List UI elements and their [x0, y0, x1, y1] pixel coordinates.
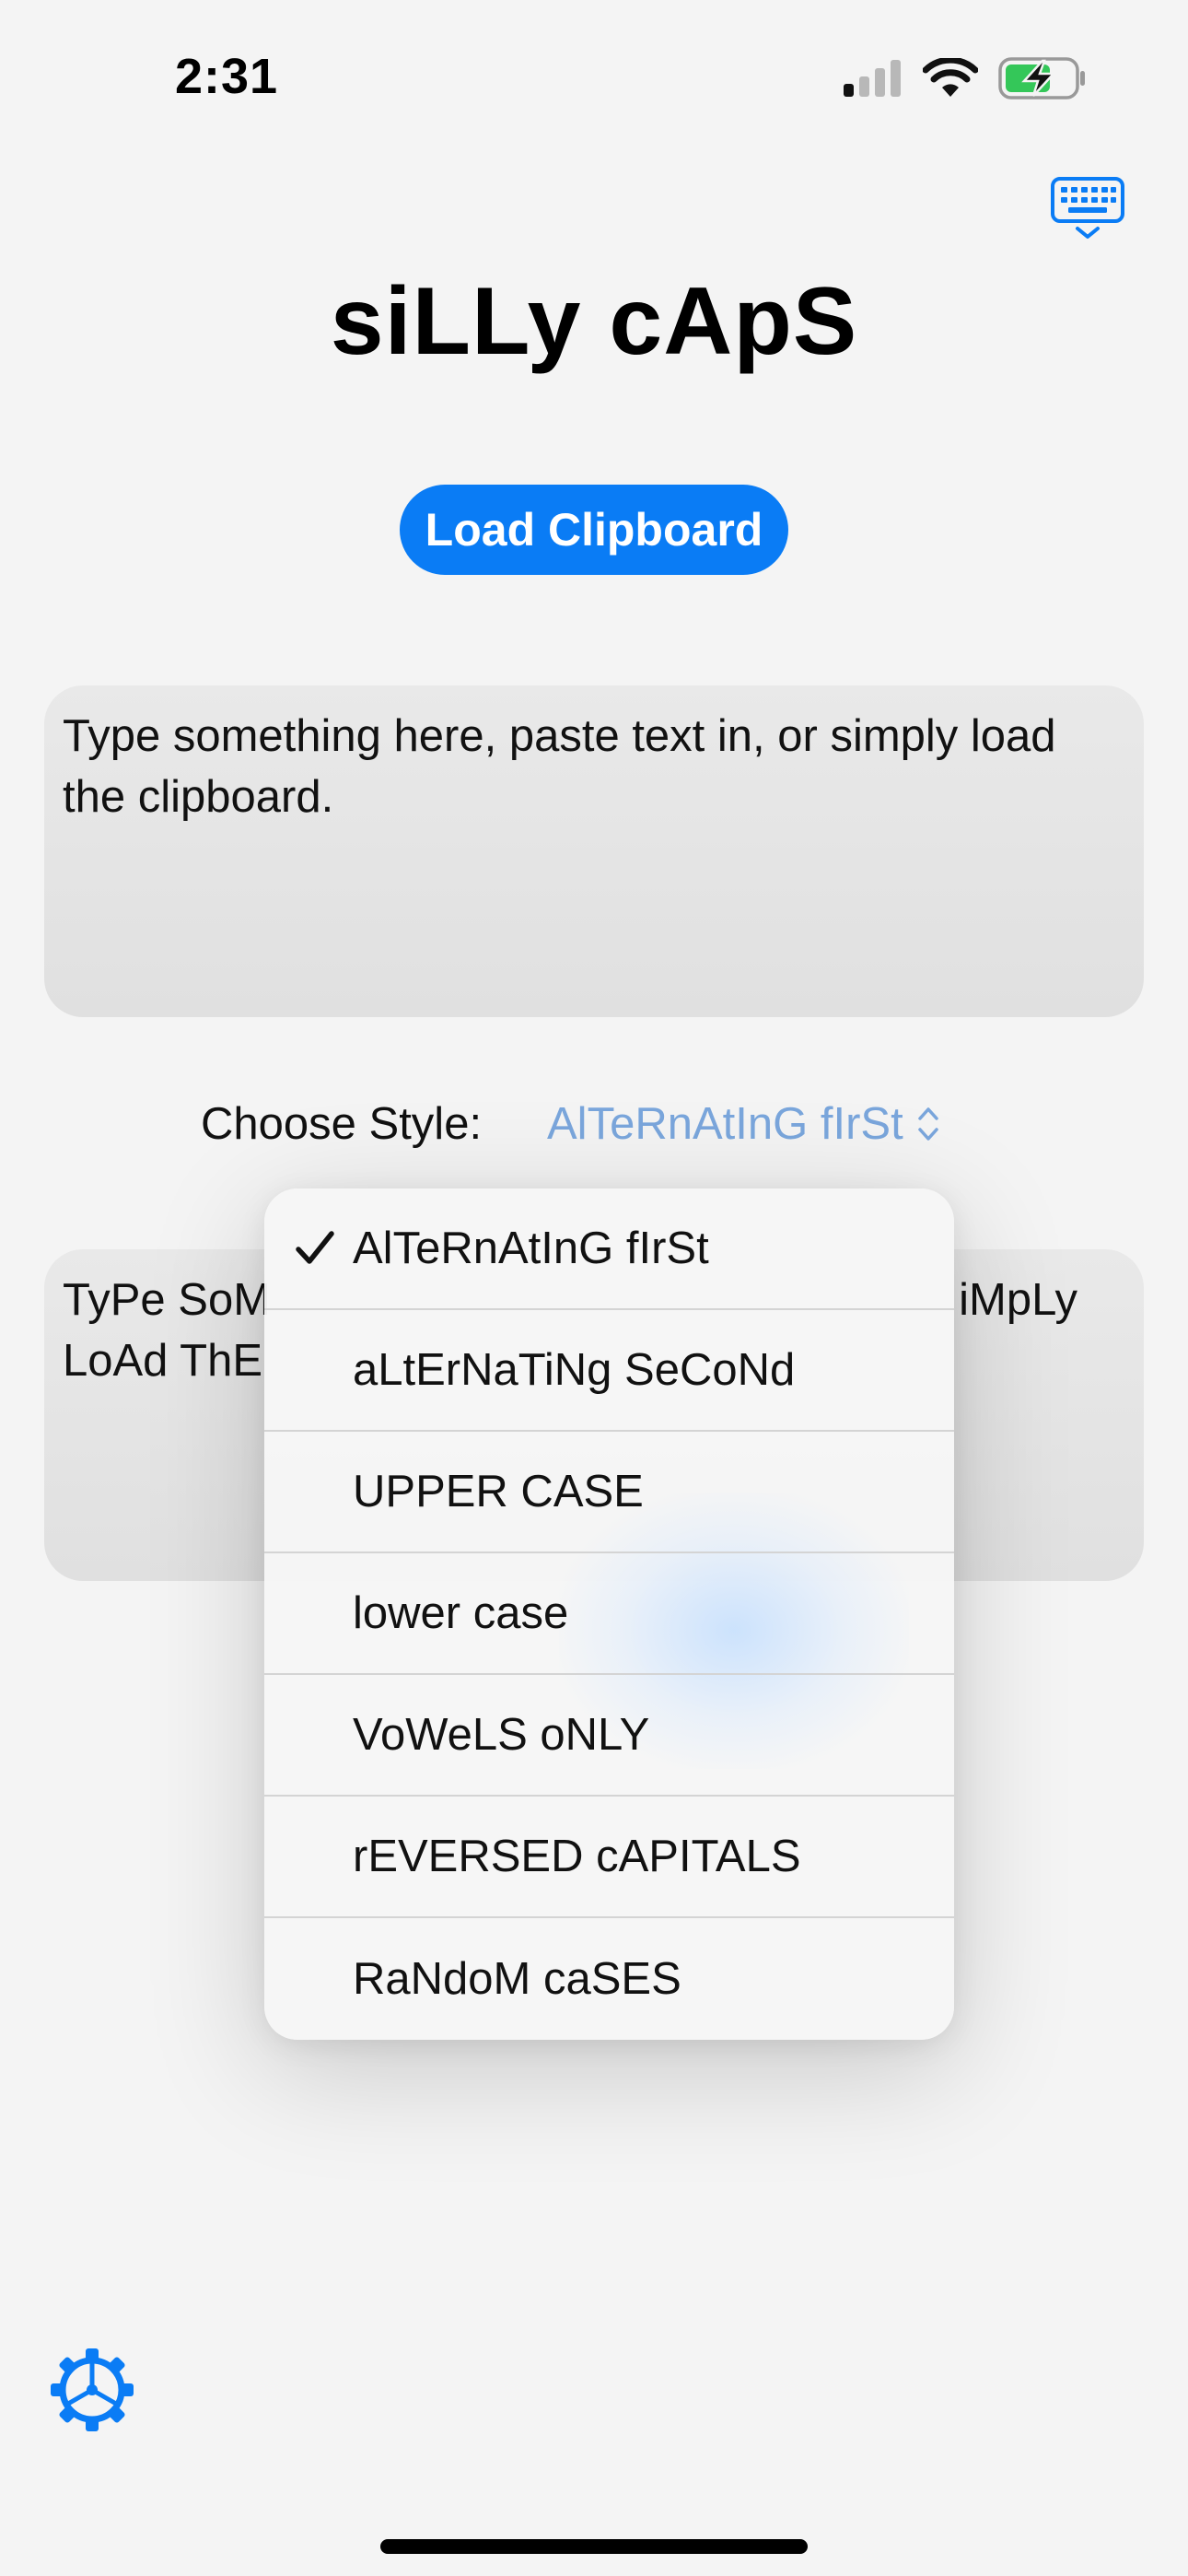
- battery-charging-icon: [998, 57, 1085, 100]
- keyboard-toggle-icon: [1051, 177, 1124, 239]
- style-picker[interactable]: AlTeRnAtInG fIrSt: [547, 1098, 940, 1150]
- status-time: 2:31: [175, 49, 279, 104]
- menu-item-vowels-only[interactable]: VoWeLS oNLY: [264, 1675, 954, 1797]
- menu-item-label: VoWeLS oNLY: [353, 1710, 650, 1760]
- keyboard-toggle-button[interactable]: [1050, 175, 1125, 241]
- menu-item-lower-case[interactable]: lower case: [264, 1553, 954, 1675]
- choose-style-label: Choose Style:: [201, 1099, 483, 1149]
- wifi-icon: [923, 58, 978, 97]
- input-text-area[interactable]: Type something here, paste text in, or s…: [44, 685, 1144, 1017]
- home-indicator[interactable]: [380, 2539, 808, 2554]
- cellular-signal-icon: [844, 60, 901, 97]
- gear-icon: [51, 2348, 134, 2431]
- menu-item-label: aLtErNaTiNg SeCoNd: [353, 1345, 796, 1395]
- menu-item-alternating-second[interactable]: aLtErNaTiNg SeCoNd: [264, 1310, 954, 1432]
- menu-item-label: rEVERSED cAPITALS: [353, 1832, 801, 1881]
- input-text: Type something here, paste text in, or s…: [63, 711, 1056, 822]
- chevron-up-down-icon: [917, 1107, 938, 1141]
- app-title: siLLy cApS: [330, 268, 858, 375]
- checkmark-icon: [296, 1231, 334, 1264]
- menu-item-label: AlTeRnAtInG fIrSt: [353, 1224, 709, 1273]
- menu-item-reversed-capitals[interactable]: rEVERSED cAPITALS: [264, 1797, 954, 1918]
- menu-item-alternating-first[interactable]: AlTeRnAtInG fIrSt: [264, 1188, 954, 1310]
- style-picker-value: AlTeRnAtInG fIrSt: [547, 1099, 903, 1149]
- load-clipboard-button[interactable]: Load Clipboard: [400, 485, 788, 575]
- output-text-line1-left: TyPe SoM: [63, 1275, 272, 1325]
- settings-button[interactable]: [50, 2348, 134, 2432]
- menu-item-upper-case[interactable]: UPPER CASE: [264, 1432, 954, 1553]
- menu-item-random-cases[interactable]: RaNdoM caSES: [264, 1918, 954, 2040]
- output-text-line1-right: iMpLy: [959, 1275, 1077, 1325]
- menu-item-label: lower case: [353, 1588, 569, 1638]
- menu-item-label: UPPER CASE: [353, 1467, 644, 1516]
- menu-item-label: RaNdoM caSES: [353, 1954, 681, 2004]
- style-menu: AlTeRnAtInG fIrSt aLtErNaTiNg SeCoNd UPP…: [264, 1188, 954, 2040]
- status-icons: [842, 57, 1087, 100]
